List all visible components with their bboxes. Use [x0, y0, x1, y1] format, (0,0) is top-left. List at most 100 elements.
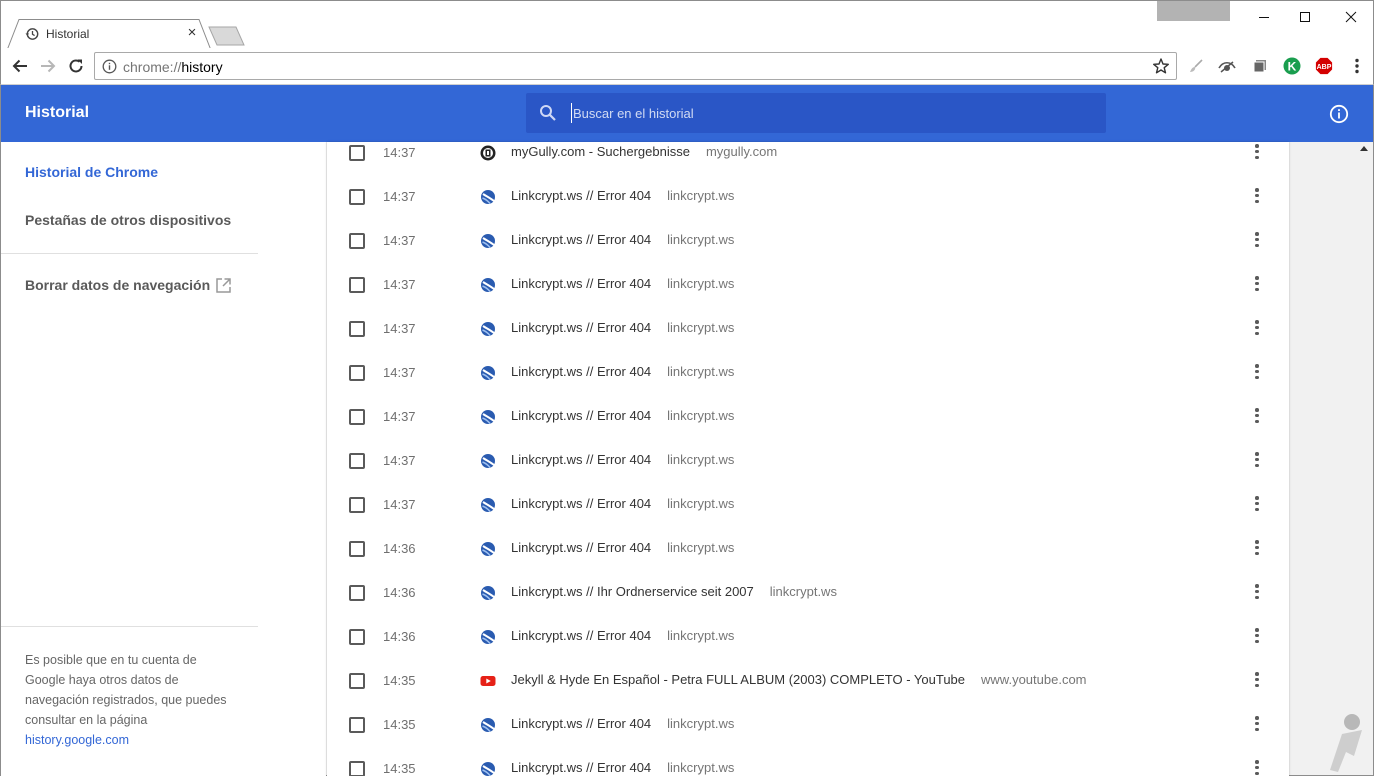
entry-title-link[interactable]: Linkcrypt.ws // Error 404 — [511, 232, 651, 247]
history-row[interactable]: 14:37 Linkcrypt.ws // Error 404 linkcrypt.… — [327, 395, 1289, 439]
history-row[interactable]: 14:37 Linkcrypt.ws // Error 404 linkcrypt.… — [327, 175, 1289, 219]
sidebar-footer-note: Es posible que en tu cuenta de Google ha… — [25, 650, 240, 750]
entry-title-wrap: Jekyll & Hyde En Español - Petra FULL AL… — [511, 672, 1087, 687]
row-menu-icon[interactable] — [1253, 408, 1261, 426]
history-search-box[interactable] — [526, 93, 1106, 133]
row-menu-icon[interactable] — [1253, 760, 1261, 776]
reload-button[interactable] — [66, 56, 86, 76]
row-checkbox[interactable] — [349, 453, 365, 469]
entry-title-link[interactable]: Linkcrypt.ws // Ihr Ordnerservice seit 2… — [511, 584, 754, 599]
row-checkbox[interactable] — [349, 365, 365, 381]
row-menu-icon[interactable] — [1253, 716, 1261, 734]
entry-title-link[interactable]: Jekyll & Hyde En Español - Petra FULL AL… — [511, 672, 965, 687]
entry-title-link[interactable]: Linkcrypt.ws // Error 404 — [511, 540, 651, 555]
external-link-icon[interactable] — [215, 277, 232, 297]
row-checkbox[interactable] — [349, 497, 365, 513]
tab-close-icon[interactable]: × — [184, 25, 200, 41]
history-row[interactable]: 14:35 Jekyll & Hyde En Español - Petra FU… — [327, 659, 1289, 703]
k-label: K — [1288, 60, 1297, 74]
history-row[interactable]: 14:37 myGully.com - Suchergebnisse mygully… — [327, 142, 1289, 175]
entry-domain: linkcrypt.ws — [667, 276, 735, 291]
eye-icon[interactable] — [1218, 57, 1236, 75]
row-menu-icon[interactable] — [1253, 364, 1261, 382]
brush-icon[interactable] — [1187, 57, 1205, 75]
browser-toolbar: chrome://history K ABP — [0, 48, 1374, 85]
row-checkbox[interactable] — [349, 321, 365, 337]
row-checkbox[interactable] — [349, 673, 365, 689]
forward-button[interactable] — [38, 56, 58, 76]
history-row[interactable]: 14:37 Linkcrypt.ws // Error 404 linkcrypt.… — [327, 263, 1289, 307]
visit-time: 14:36 — [383, 629, 416, 644]
entry-title-link[interactable]: Linkcrypt.ws // Error 404 — [511, 364, 651, 379]
row-menu-icon[interactable] — [1253, 188, 1261, 206]
row-menu-icon[interactable] — [1253, 452, 1261, 470]
bookmark-star-icon[interactable] — [1152, 57, 1170, 78]
row-checkbox[interactable] — [349, 585, 365, 601]
row-menu-icon[interactable] — [1253, 540, 1261, 558]
row-checkbox[interactable] — [349, 541, 365, 557]
entry-title-link[interactable]: Linkcrypt.ws // Error 404 — [511, 276, 651, 291]
sidebar-item-chrome-history[interactable]: Historial de Chrome — [25, 164, 158, 180]
history-row[interactable]: 14:37 Linkcrypt.ws // Error 404 linkcrypt.… — [327, 351, 1289, 395]
maximize-button[interactable] — [1282, 1, 1328, 33]
row-checkbox[interactable] — [349, 761, 365, 776]
entry-title-link[interactable]: Linkcrypt.ws // Error 404 — [511, 628, 651, 643]
history-row[interactable]: 14:36 Linkcrypt.ws // Ihr Ordnerservice s… — [327, 571, 1289, 615]
history-row[interactable]: 14:36 Linkcrypt.ws // Error 404 linkcrypt.… — [327, 615, 1289, 659]
row-checkbox[interactable] — [349, 629, 365, 645]
reload-icon — [69, 59, 83, 73]
history-google-link[interactable]: history.google.com — [25, 733, 129, 747]
history-row[interactable]: 14:35 Linkcrypt.ws // Error 404 linkcrypt.… — [327, 747, 1289, 776]
row-menu-icon[interactable] — [1253, 276, 1261, 294]
close-window-button[interactable] — [1328, 1, 1374, 33]
row-checkbox[interactable] — [349, 145, 365, 161]
history-row[interactable]: 14:37 Linkcrypt.ws // Error 404 linkcrypt.… — [327, 439, 1289, 483]
page-info-icon[interactable] — [102, 59, 117, 77]
address-bar[interactable]: chrome://history — [94, 52, 1177, 80]
new-tab-button[interactable] — [208, 26, 246, 46]
entry-title-link[interactable]: myGully.com - Suchergebnisse — [511, 144, 690, 159]
entry-title-link[interactable]: Linkcrypt.ws // Error 404 — [511, 760, 651, 775]
tab-historial[interactable]: Historial × — [7, 19, 211, 49]
scroll-up-arrow-icon[interactable] — [1360, 145, 1368, 151]
layers-icon[interactable] — [1251, 57, 1269, 75]
k-green-icon[interactable]: K — [1283, 57, 1301, 75]
sidebar-item-other-devices[interactable]: Pestañas de otros dispositivos — [25, 212, 231, 228]
row-checkbox[interactable] — [349, 717, 365, 733]
row-menu-icon[interactable] — [1253, 320, 1261, 338]
search-input[interactable] — [571, 103, 1091, 123]
entry-title-link[interactable]: Linkcrypt.ws // Error 404 — [511, 452, 651, 467]
entry-title-link[interactable]: Linkcrypt.ws // Error 404 — [511, 188, 651, 203]
entry-title-link[interactable]: Linkcrypt.ws // Error 404 — [511, 408, 651, 423]
entry-title-link[interactable]: Linkcrypt.ws // Error 404 — [511, 716, 651, 731]
row-checkbox[interactable] — [349, 189, 365, 205]
row-checkbox[interactable] — [349, 409, 365, 425]
entry-title-link[interactable]: Linkcrypt.ws // Error 404 — [511, 496, 651, 511]
linkcrypt-favicon-icon — [480, 189, 496, 205]
abp-label: ABP — [1317, 64, 1332, 71]
row-checkbox[interactable] — [349, 233, 365, 249]
row-menu-icon[interactable] — [1253, 672, 1261, 690]
row-menu-icon[interactable] — [1253, 232, 1261, 250]
row-checkbox[interactable] — [349, 277, 365, 293]
mygully-favicon-icon — [480, 145, 496, 161]
row-menu-icon[interactable] — [1253, 584, 1261, 602]
history-row[interactable]: 14:36 Linkcrypt.ws // Error 404 linkcrypt.… — [327, 527, 1289, 571]
row-menu-icon[interactable] — [1253, 496, 1261, 514]
history-row[interactable]: 14:35 Linkcrypt.ws // Error 404 linkcrypt.… — [327, 703, 1289, 747]
entry-domain: www.youtube.com — [981, 672, 1087, 687]
back-button[interactable] — [10, 56, 30, 76]
clear-browsing-data-link[interactable]: Borrar datos de navegación — [25, 277, 210, 293]
browser-menu-icon[interactable] — [1348, 57, 1366, 75]
entry-domain: linkcrypt.ws — [667, 760, 735, 775]
row-menu-icon[interactable] — [1253, 628, 1261, 646]
minimize-button[interactable] — [1241, 1, 1287, 33]
abp-icon[interactable]: ABP — [1315, 57, 1333, 75]
person-logo-icon — [1330, 714, 1362, 772]
history-row[interactable]: 14:37 Linkcrypt.ws // Error 404 linkcrypt.… — [327, 307, 1289, 351]
info-icon[interactable] — [1329, 104, 1349, 127]
entry-title-link[interactable]: Linkcrypt.ws // Error 404 — [511, 320, 651, 335]
row-menu-icon[interactable] — [1253, 144, 1261, 162]
history-row[interactable]: 14:37 Linkcrypt.ws // Error 404 linkcrypt.… — [327, 219, 1289, 263]
history-row[interactable]: 14:37 Linkcrypt.ws // Error 404 linkcrypt.… — [327, 483, 1289, 527]
